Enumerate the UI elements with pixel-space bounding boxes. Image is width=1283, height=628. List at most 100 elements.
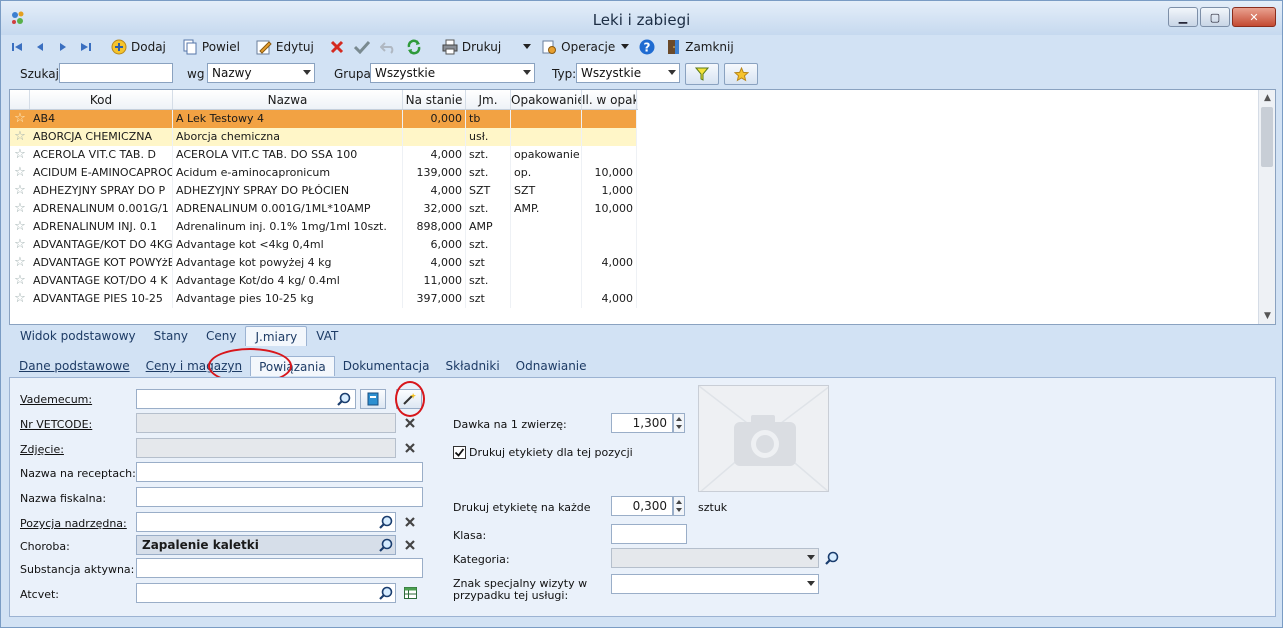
clear-icon: [405, 418, 415, 428]
delete-button[interactable]: [330, 37, 348, 57]
parent-search-button[interactable]: [376, 512, 396, 532]
table-row[interactable]: ☆ ADVANTAGE PIES 10-25 Advantage pies 10-2…: [10, 290, 637, 308]
vademecum-search-button[interactable]: [334, 389, 354, 409]
disease-input[interactable]: Zapalenie kaletki: [136, 535, 396, 555]
column-header-kod[interactable]: Kod: [30, 90, 173, 109]
grid-scrollbar[interactable]: ▲ ▼: [1258, 90, 1275, 324]
table-row[interactable]: ☆ ABORCJA CHEMICZNA Aborcja chemiczna usł.: [10, 128, 637, 146]
first-record-button[interactable]: [9, 37, 29, 57]
active-substance-input[interactable]: [136, 558, 423, 578]
print-label-every-spinner[interactable]: [673, 496, 685, 516]
atcvet-search-button[interactable]: [376, 583, 396, 603]
tab-skladniki[interactable]: Składniki: [438, 356, 508, 376]
vademecum-wizard-button[interactable]: [396, 389, 422, 409]
table-row[interactable]: ☆ ADHEZYJNY SPRAY DO P ADHEZYJNY SPRAY DO …: [10, 182, 637, 200]
operations-dropdown-button[interactable]: [621, 37, 633, 57]
tab-dokumentacja[interactable]: Dokumentacja: [335, 356, 438, 376]
tab-odnawianie[interactable]: Odnawianie: [508, 356, 595, 376]
print-labels-checkbox[interactable]: [453, 446, 466, 459]
class-input[interactable]: [611, 524, 687, 544]
favorite-star-icon[interactable]: ☆: [10, 236, 30, 254]
atcvet-list-button[interactable]: [400, 583, 420, 603]
close-window-button[interactable]: ✕: [1232, 7, 1276, 27]
table-row[interactable]: ☆ ACIDUM E-AMINOCAPROO Acidum e-aminocapro…: [10, 164, 637, 182]
tab-ceny[interactable]: Ceny: [197, 326, 245, 346]
column-header-jm[interactable]: Jm.: [466, 90, 511, 109]
favorite-star-icon[interactable]: ☆: [10, 164, 30, 182]
favorite-star-icon[interactable]: ☆: [10, 128, 30, 146]
atcvet-label: Atcvet:: [20, 588, 59, 601]
dose-input[interactable]: 1,300: [611, 413, 673, 433]
favorite-star-icon[interactable]: ☆: [10, 110, 30, 128]
add-button[interactable]: Dodaj: [111, 37, 166, 57]
vademecum-input[interactable]: [136, 389, 356, 409]
disease-clear-button[interactable]: [400, 535, 420, 555]
table-row[interactable]: ☆ ADVANTAGE KOT/DO 4 K Advantage Kot/do 4 …: [10, 272, 637, 290]
table-row[interactable]: ☆ ADRENALINUM INJ. 0.1 Adrenalinum inj. 0.…: [10, 218, 637, 236]
scrollbar-thumb[interactable]: [1261, 107, 1273, 167]
favorite-star-icon[interactable]: ☆: [10, 218, 30, 236]
favorite-star-icon[interactable]: ☆: [10, 254, 30, 272]
disease-search-button[interactable]: [376, 535, 396, 555]
vetcode-clear-button[interactable]: [400, 413, 420, 433]
edit-button[interactable]: Edytuj: [256, 37, 314, 57]
dose-spinner[interactable]: [673, 413, 685, 433]
filter-button[interactable]: [685, 63, 719, 85]
photo-placeholder[interactable]: [698, 385, 829, 492]
print-button[interactable]: Drukuj: [442, 37, 501, 57]
tab-widok-podstawowy[interactable]: Widok podstawowy: [11, 326, 145, 346]
help-button[interactable]: ?: [639, 37, 659, 57]
favorite-star-icon[interactable]: ☆: [10, 182, 30, 200]
print-label-every-input[interactable]: 0,300: [611, 496, 673, 516]
table-row[interactable]: ☆ AB4 A Lek Testowy 4 0,000 tb: [10, 110, 637, 128]
table-row[interactable]: ☆ ADVANTAGE KOT POWYżE Advantage kot powyż…: [10, 254, 637, 272]
tab-stany[interactable]: Stany: [145, 326, 197, 346]
photo-clear-button[interactable]: [400, 438, 420, 458]
table-row[interactable]: ☆ ACEROLA VIT.C TAB. D ACEROLA VIT.C TAB. …: [10, 146, 637, 164]
group-select[interactable]: Wszystkie: [370, 63, 535, 83]
column-header-na-stanie[interactable]: Na stanie: [403, 90, 466, 109]
fiscal-name-input[interactable]: [136, 487, 423, 507]
approve-button[interactable]: [353, 37, 374, 57]
favorite-star-icon[interactable]: ☆: [10, 290, 30, 308]
refresh-button[interactable]: [406, 37, 426, 57]
category-select[interactable]: [611, 548, 819, 568]
type-select[interactable]: Wszystkie: [576, 63, 680, 83]
search-by-select[interactable]: Nazwy: [207, 63, 315, 83]
undo-button[interactable]: [379, 37, 400, 57]
favorite-star-icon[interactable]: ☆: [10, 272, 30, 290]
copy-button[interactable]: Powiel: [182, 37, 240, 57]
print-dropdown-button[interactable]: [523, 37, 535, 57]
last-record-button[interactable]: [78, 37, 98, 57]
atcvet-input[interactable]: [136, 583, 396, 603]
tab-jmiary[interactable]: J.miary: [245, 326, 308, 346]
category-search-button[interactable]: [822, 548, 842, 568]
favorite-star-icon[interactable]: ☆: [10, 146, 30, 164]
close-button[interactable]: Zamknij: [665, 37, 734, 57]
cell-nazwa: Adrenalinum inj. 0.1% 1mg/1ml 10szt.: [173, 218, 403, 236]
favorites-button[interactable]: [724, 63, 758, 85]
tab-dane-podstawowe[interactable]: Dane podstawowe: [11, 356, 138, 376]
tab-ceny-i-magazyn[interactable]: Ceny i magazyn: [138, 356, 250, 376]
search-input[interactable]: [59, 63, 173, 83]
scroll-up-icon[interactable]: ▲: [1259, 90, 1275, 106]
vademecum-book-button[interactable]: [360, 389, 386, 409]
tab-vat[interactable]: VAT: [307, 326, 347, 346]
scroll-down-icon[interactable]: ▼: [1259, 308, 1275, 324]
minimize-button[interactable]: ▁: [1168, 7, 1198, 27]
parent-clear-button[interactable]: [400, 512, 420, 532]
tab-powiazania[interactable]: Powiązania: [250, 356, 335, 376]
next-record-button[interactable]: [55, 37, 75, 57]
table-row[interactable]: ☆ ADVANTAGE/KOT DO 4KG Advantage kot <4kg …: [10, 236, 637, 254]
column-header-nazwa[interactable]: Nazwa: [173, 90, 403, 109]
special-sign-select[interactable]: [611, 574, 819, 594]
column-header-il-w-opak[interactable]: Il. w opak.: [582, 90, 637, 109]
parent-position-input[interactable]: [136, 512, 396, 532]
favorite-star-icon[interactable]: ☆: [10, 200, 30, 218]
rx-name-input[interactable]: [136, 462, 423, 482]
prev-record-button[interactable]: [32, 37, 52, 57]
table-row[interactable]: ☆ ADRENALINUM 0.001G/1 ADRENALINUM 0.001G/…: [10, 200, 637, 218]
operations-button[interactable]: Operacje: [541, 37, 615, 57]
column-header-opakowanie[interactable]: Opakowanie: [511, 90, 582, 109]
maximize-button[interactable]: ▢: [1200, 7, 1230, 27]
